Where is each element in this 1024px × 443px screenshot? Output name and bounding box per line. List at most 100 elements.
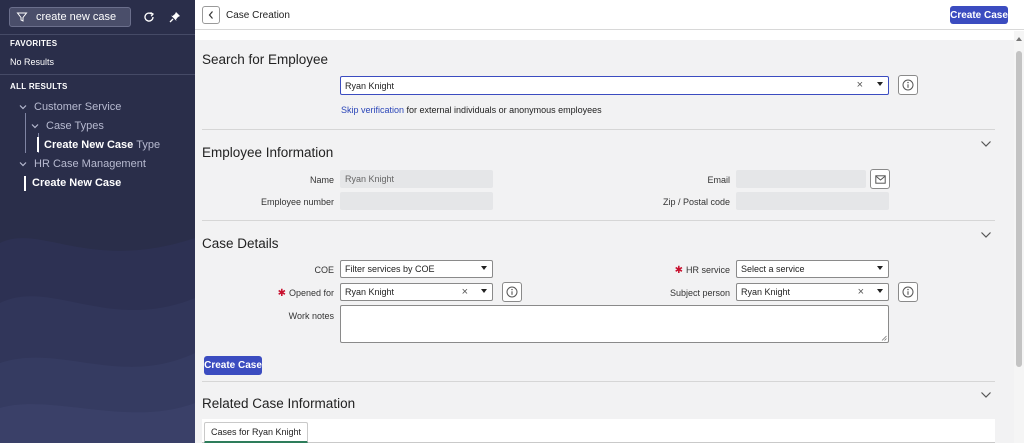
- tree-active-marker: [37, 137, 39, 152]
- coe-select[interactable]: Filter services by COE: [340, 260, 493, 278]
- nav-item-label: Create New Case: [32, 177, 122, 189]
- work-notes-label: Work notes: [288, 311, 334, 321]
- work-notes-textarea[interactable]: [340, 305, 889, 343]
- required-icon: ✱: [277, 288, 286, 299]
- dropdown-caret-icon[interactable]: [481, 289, 487, 293]
- section-divider: [202, 381, 995, 382]
- section-divider: [202, 129, 995, 130]
- subject-person-label: Subject person: [669, 288, 730, 298]
- navigator-filter-value: create new case: [36, 11, 117, 23]
- pin-icon[interactable]: [168, 10, 182, 24]
- sidebar: create new case FAVORITES No Results ALL…: [0, 0, 195, 443]
- clear-icon[interactable]: ×: [857, 79, 863, 91]
- hr-service-label-text: HR service: [685, 265, 730, 275]
- skip-verification-text: Skip verification for external individua…: [341, 105, 602, 115]
- resize-grip-icon[interactable]: [881, 335, 887, 341]
- chevron-down-icon[interactable]: [980, 231, 992, 239]
- send-email-button[interactable]: [870, 169, 890, 189]
- nav-item-customer-service[interactable]: Customer Service: [18, 101, 121, 113]
- dropdown-caret-icon: [481, 266, 487, 270]
- coe-label: COE: [314, 265, 334, 275]
- employee-search-value: Ryan Knight: [345, 80, 395, 91]
- nav-item-label: Create New Case: [44, 139, 134, 151]
- dropdown-caret-icon[interactable]: [877, 82, 883, 86]
- page-header: Case Creation Create Case: [195, 0, 1024, 30]
- hr-service-label: ✱ HR service: [600, 265, 730, 276]
- favorites-empty-text: No Results: [10, 57, 55, 67]
- subject-person-field[interactable]: Ryan Knight ×: [736, 283, 889, 301]
- navigator-filter-input[interactable]: create new case: [9, 7, 131, 27]
- subject-person-value: Ryan Knight: [741, 287, 791, 297]
- related-case-heading: Related Case Information: [202, 396, 356, 411]
- skip-verification-suffix: for external individuals or anonymous em…: [404, 105, 602, 115]
- employee-information-heading: Employee Information: [202, 145, 334, 160]
- info-icon: [902, 79, 914, 91]
- page-title: Case Creation: [226, 10, 290, 21]
- section-divider: [202, 220, 995, 221]
- nav-item-label: Customer Service: [34, 101, 122, 113]
- name-value: Ryan Knight: [345, 174, 395, 184]
- employee-number-field: [340, 192, 493, 210]
- nav-item-label: Case Types: [46, 120, 104, 132]
- chevron-left-icon: [208, 11, 213, 19]
- opened-for-label: ✱ Opened for: [230, 288, 334, 299]
- opened-for-value: Ryan Knight: [345, 287, 395, 297]
- chevron-down-icon: [19, 105, 27, 110]
- subject-person-info-button[interactable]: [898, 282, 918, 302]
- required-icon: ✱: [674, 265, 683, 276]
- favorites-heading: FAVORITES: [10, 39, 58, 48]
- scroll-up-icon[interactable]: [1016, 37, 1022, 41]
- sidebar-wave-decoration: [0, 238, 195, 443]
- nav-item-create-new-case[interactable]: Create New Case: [32, 177, 121, 189]
- nav-item-label: HR Case Management: [34, 158, 146, 170]
- sidebar-divider: [0, 34, 195, 35]
- employee-number-label: Employee number: [260, 197, 334, 207]
- employee-info-button[interactable]: [898, 75, 918, 95]
- info-icon: [902, 286, 914, 298]
- envelope-icon: [874, 174, 886, 184]
- sidebar-divider: [0, 74, 195, 75]
- content-top-strip: [195, 31, 1014, 40]
- name-label: Name: [309, 175, 334, 185]
- clear-icon[interactable]: ×: [462, 286, 468, 298]
- nav-item-case-types[interactable]: Case Types: [30, 120, 104, 132]
- scrollbar-thumb[interactable]: [1016, 51, 1022, 367]
- hr-service-value: Select a service: [741, 264, 805, 274]
- chevron-down-icon[interactable]: [980, 140, 992, 148]
- opened-for-field[interactable]: Ryan Knight ×: [340, 283, 493, 301]
- tab-cases-for-employee[interactable]: Cases for Ryan Knight: [204, 422, 309, 443]
- email-field: [736, 170, 866, 188]
- chevron-down-icon[interactable]: [980, 391, 992, 399]
- tree-guide-line: [25, 113, 26, 153]
- back-button[interactable]: [202, 6, 220, 24]
- dropdown-caret-icon: [877, 266, 883, 270]
- hr-service-select[interactable]: Select a service: [736, 260, 889, 278]
- employee-search-field[interactable]: Ryan Knight ×: [340, 76, 889, 95]
- nav-item-suffix: Type: [136, 139, 161, 151]
- name-field: Ryan Knight: [340, 170, 493, 188]
- nav-item-create-new-case-type[interactable]: Create New Case Type: [44, 139, 160, 151]
- coe-value: Filter services by COE: [345, 264, 435, 274]
- chevron-down-icon: [31, 124, 39, 129]
- case-details-heading: Case Details: [202, 236, 279, 251]
- nav-item-hr-case-management[interactable]: HR Case Management: [18, 158, 146, 170]
- info-icon: [506, 286, 518, 298]
- opened-for-info-button[interactable]: [502, 282, 522, 302]
- opened-for-label-text: Opened for: [288, 288, 334, 298]
- chevron-down-icon: [19, 162, 27, 167]
- dropdown-caret-icon[interactable]: [877, 289, 883, 293]
- content-scrollbar[interactable]: [1014, 31, 1024, 443]
- related-tabs: Cases for Ryan Knight: [202, 419, 995, 443]
- create-case-button[interactable]: Create Case: [204, 356, 262, 375]
- search-employee-heading: Search for Employee: [202, 52, 329, 67]
- email-label: Email: [707, 175, 730, 185]
- tree-active-marker: [24, 176, 26, 191]
- skip-verification-link[interactable]: Skip verification: [341, 105, 404, 115]
- refresh-icon[interactable]: [142, 10, 156, 24]
- clear-icon[interactable]: ×: [858, 286, 864, 298]
- filter-icon: [16, 12, 28, 22]
- zip-field: [736, 192, 889, 210]
- all-results-heading: ALL RESULTS: [10, 82, 68, 91]
- zip-label: Zip / Postal code: [662, 197, 730, 207]
- header-create-case-button[interactable]: Create Case: [950, 6, 1008, 24]
